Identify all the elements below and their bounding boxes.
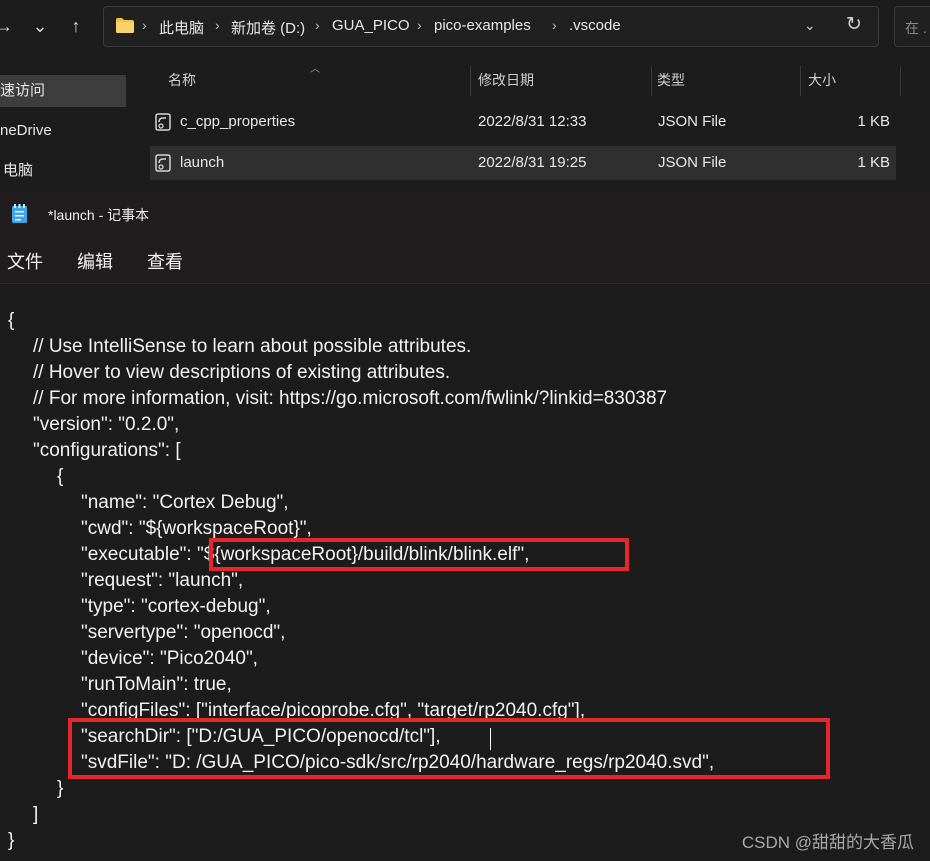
file-name: c_cpp_properties bbox=[180, 113, 296, 130]
code-line: { bbox=[8, 310, 15, 331]
file-size: 1 KB bbox=[857, 154, 890, 171]
code-line: "runToMain": true, bbox=[81, 674, 232, 695]
column-divider[interactable] bbox=[900, 66, 901, 96]
breadcrumb-gua-pico[interactable]: GUA_PICO bbox=[332, 17, 410, 34]
code-line: "request": "launch", bbox=[81, 570, 244, 591]
file-explorer-window: → ⌄ ↑ › 此电脑 › 新加卷 (D:) › GUA_PICO › pico… bbox=[0, 0, 930, 193]
file-date: 2022/8/31 12:33 bbox=[478, 113, 587, 130]
nav-pane-label: 速访问 bbox=[0, 82, 46, 99]
code-line: } bbox=[8, 830, 15, 851]
file-row[interactable]: launch 2022/8/31 19:25 JSON File 1 KB bbox=[150, 146, 896, 180]
notepad-icon bbox=[12, 204, 27, 223]
menu-view[interactable]: 查看 bbox=[147, 248, 183, 274]
notepad-window: *launch - 记事本 文件 编辑 查看 { // Use IntelliS… bbox=[0, 193, 930, 861]
search-placeholder: 在 . bbox=[905, 20, 927, 36]
column-header-name[interactable]: 名称 bbox=[168, 66, 196, 94]
sort-ascending-icon: ︿ bbox=[310, 64, 320, 75]
code-line: "version": "0.2.0", bbox=[33, 414, 180, 435]
code-line: "type": "cortex-debug", bbox=[81, 596, 271, 617]
title-bar[interactable]: *launch - 记事本 bbox=[0, 193, 930, 235]
code-line: // For more information, visit: https://… bbox=[33, 388, 668, 409]
code-line: "configurations": [ bbox=[33, 440, 181, 461]
file-row[interactable]: c_cpp_properties 2022/8/31 12:33 JSON Fi… bbox=[150, 105, 896, 139]
code-line: "name": "Cortex Debug", bbox=[81, 492, 289, 513]
window-title: *launch - 记事本 bbox=[48, 207, 150, 223]
column-divider[interactable] bbox=[651, 66, 652, 96]
file-type: JSON File bbox=[658, 113, 727, 130]
breadcrumb-this-pc[interactable]: 此电脑 bbox=[159, 17, 204, 38]
search-input[interactable]: 在 . bbox=[894, 6, 930, 47]
file-type: JSON File bbox=[658, 154, 727, 171]
breadcrumb-separator: › bbox=[315, 17, 320, 33]
code-line: } bbox=[57, 778, 64, 799]
nav-pane-quick-access[interactable]: 速访问 bbox=[0, 75, 126, 107]
address-bar[interactable]: › 此电脑 › 新加卷 (D:) › GUA_PICO › pico-examp… bbox=[103, 6, 879, 47]
file-date: 2022/8/31 19:25 bbox=[478, 154, 587, 171]
column-divider[interactable] bbox=[800, 66, 801, 96]
nav-pane-label: 电脑 bbox=[3, 162, 34, 179]
recent-locations-chevron-icon[interactable]: ⌄ bbox=[28, 12, 52, 40]
breadcrumb-separator: › bbox=[215, 17, 220, 33]
breadcrumb-separator: › bbox=[417, 17, 422, 33]
menu-edit[interactable]: 编辑 bbox=[77, 248, 113, 274]
breadcrumb-pico-examples[interactable]: pico-examples bbox=[434, 17, 531, 34]
code-line: ] bbox=[33, 804, 39, 825]
watermark: CSDN @甜甜的大香瓜 bbox=[741, 833, 914, 852]
json-file-icon bbox=[155, 113, 171, 131]
code-line: { bbox=[57, 466, 64, 487]
highlight-box-searchdir-svdfile bbox=[68, 718, 830, 779]
menu-bar: 文件 编辑 查看 bbox=[0, 235, 930, 283]
code-line: "servertype": "openocd", bbox=[81, 622, 286, 643]
file-name: launch bbox=[180, 154, 225, 171]
code-line: // Use IntelliSense to learn about possi… bbox=[33, 336, 472, 357]
nav-pane-this-pc[interactable]: 电脑 bbox=[0, 155, 126, 187]
refresh-icon[interactable]: ↻ bbox=[846, 13, 862, 36]
breadcrumb-separator: › bbox=[552, 17, 557, 33]
up-arrow-icon[interactable]: ↑ bbox=[64, 12, 88, 40]
column-header-date[interactable]: 修改日期 bbox=[478, 66, 534, 94]
address-history-chevron-icon[interactable]: ⌄ bbox=[804, 17, 816, 34]
nav-pane-label: neDrive bbox=[0, 122, 52, 139]
forward-arrow-icon[interactable]: → bbox=[0, 12, 16, 40]
folder-icon bbox=[116, 18, 134, 33]
nav-pane-onedrive[interactable]: neDrive bbox=[0, 115, 126, 147]
text-editor[interactable]: { // Use IntelliSense to learn about pos… bbox=[0, 283, 930, 861]
column-divider[interactable] bbox=[470, 66, 471, 96]
menu-file[interactable]: 文件 bbox=[7, 248, 43, 274]
code-line: // Hover to view descriptions of existin… bbox=[33, 362, 451, 383]
file-list: ︿ 名称 修改日期 类型 大小 c_cpp_properties 2022/8/… bbox=[130, 60, 930, 193]
column-header-type[interactable]: 类型 bbox=[657, 66, 685, 94]
navigation-buttons: → ⌄ ↑ bbox=[0, 0, 100, 52]
breadcrumb-vscode[interactable]: .vscode bbox=[569, 17, 621, 34]
navigation-pane: 速访问 neDrive 电脑 bbox=[0, 60, 130, 193]
breadcrumb-drive-d[interactable]: 新加卷 (D:) bbox=[231, 17, 305, 38]
file-size: 1 KB bbox=[857, 113, 890, 130]
code-line: "device": "Pico2040", bbox=[81, 648, 258, 669]
breadcrumb-separator: › bbox=[142, 17, 147, 33]
highlight-box-executable bbox=[209, 538, 629, 571]
json-file-icon bbox=[155, 154, 171, 172]
column-header-size[interactable]: 大小 bbox=[808, 66, 836, 94]
